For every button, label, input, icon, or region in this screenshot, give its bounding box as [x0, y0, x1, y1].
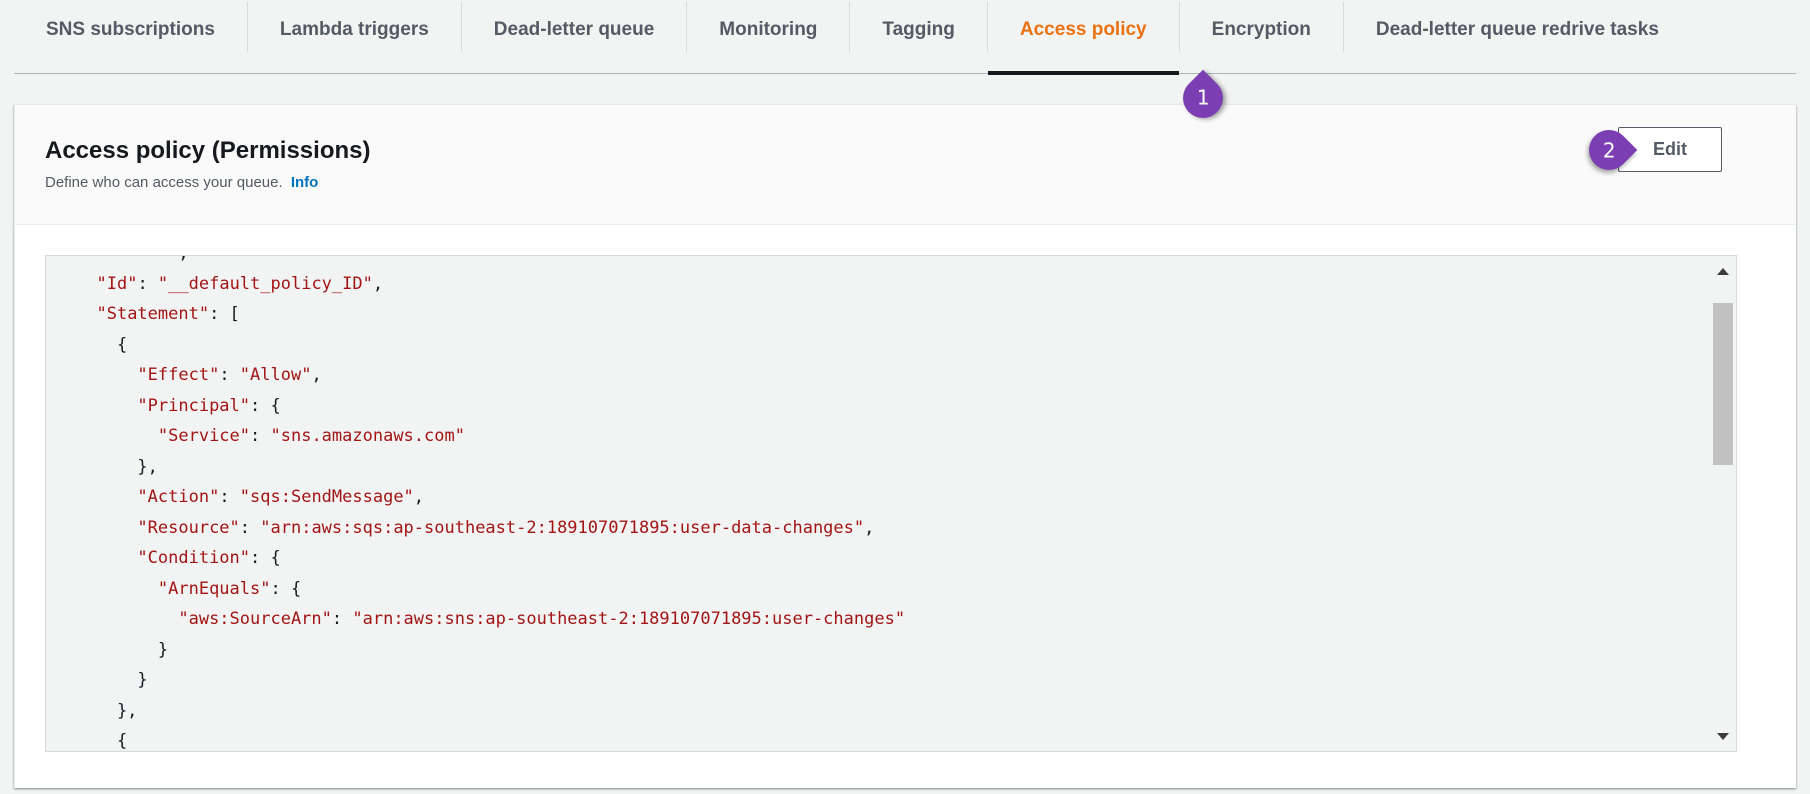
- code-line: {: [76, 330, 905, 361]
- json-punctuation: : [: [209, 304, 240, 324]
- code-line: }: [76, 635, 905, 666]
- scrollbar-thumb[interactable]: [1713, 303, 1733, 465]
- json-punctuation: [76, 426, 158, 446]
- tab-bar: SNS subscriptions Lambda triggers Dead-let…: [14, 0, 1796, 75]
- json-punctuation: ,: [372, 273, 384, 294]
- json-punctuation: ,: [311, 365, 322, 385]
- json-punctuation: :: [219, 365, 240, 385]
- panel-header: Access policy (Permissions) Define who c…: [15, 105, 1796, 225]
- json-punctuation: [76, 548, 137, 568]
- code-line: "Resource": "arn:aws:sqs:ap-southeast-2:…: [76, 513, 905, 544]
- step-1-number: 1: [1196, 86, 1210, 111]
- json-key: "Id": [96, 273, 138, 294]
- json-punctuation: ,: [76, 256, 188, 263]
- json-key: "aws:SourceArn": [178, 609, 332, 629]
- code-line: "Statement": [: [76, 299, 905, 330]
- json-string: "arn:aws:sns:ap-southeast-2:189107071895…: [352, 609, 906, 629]
- code-line: "ArnEquals": {: [76, 574, 905, 605]
- json-punctuation: [76, 609, 178, 629]
- code-line: }: [76, 665, 905, 696]
- json-key: "Effect": [137, 365, 220, 385]
- json-key: "Principal": [137, 395, 251, 416]
- policy-code-viewer[interactable]: , "Id": "__default_policy_ID", "Statemen…: [45, 255, 1737, 752]
- code-line: ,: [76, 256, 905, 269]
- json-punctuation: }: [76, 639, 169, 660]
- json-punctuation: : {: [250, 548, 281, 568]
- json-punctuation: :: [219, 487, 240, 507]
- json-punctuation: {: [76, 334, 128, 355]
- tab-monitoring[interactable]: Monitoring: [687, 0, 849, 74]
- json-punctuation: :: [250, 426, 271, 446]
- json-punctuation: [76, 518, 137, 538]
- vertical-scrollbar[interactable]: [1710, 256, 1736, 751]
- policy-json: , "Id": "__default_policy_ID", "Statemen…: [46, 256, 905, 751]
- tab-dead-letter-queue[interactable]: Dead-letter queue: [462, 0, 686, 74]
- access-policy-panel: Access policy (Permissions) Define who c…: [14, 105, 1796, 788]
- code-line: "aws:SourceArn": "arn:aws:sns:ap-southea…: [76, 604, 905, 635]
- json-punctuation: [76, 579, 158, 599]
- json-punctuation: ,: [413, 487, 425, 507]
- json-punctuation: ,: [864, 517, 875, 538]
- json-key: "ArnEquals": [157, 578, 271, 599]
- code-line: "Service": "sns.amazonaws.com": [76, 421, 905, 452]
- json-punctuation: [76, 274, 96, 294]
- arrow-down-icon: [1717, 732, 1729, 740]
- code-line: },: [76, 696, 905, 727]
- code-line: "Id": "__default_policy_ID",: [76, 269, 905, 300]
- json-string: "sqs:SendMessage": [239, 487, 414, 507]
- tab-sns-subscriptions[interactable]: SNS subscriptions: [14, 0, 247, 74]
- json-punctuation: : {: [250, 395, 281, 416]
- json-punctuation: :: [331, 609, 353, 629]
- step-2-number: 2: [1602, 137, 1616, 162]
- code-line: "Principal": {: [76, 391, 905, 422]
- tab-access-policy[interactable]: Access policy: [987, 0, 1179, 75]
- scroll-down-button[interactable]: [1710, 725, 1736, 747]
- json-punctuation: [76, 304, 96, 324]
- panel-description: Define who can access your queue. Info: [45, 174, 318, 191]
- json-punctuation: {: [76, 731, 128, 751]
- json-punctuation: },: [76, 456, 158, 477]
- code-line: "Effect": "Allow",: [76, 360, 905, 391]
- tab-lambda-triggers[interactable]: Lambda triggers: [248, 0, 461, 74]
- code-line: },: [76, 452, 905, 483]
- json-key: "Resource": [137, 517, 240, 538]
- json-key: "Action": [137, 487, 220, 507]
- panel-title: Access policy (Permissions): [45, 137, 371, 164]
- json-key: "Service": [157, 426, 251, 446]
- code-line: "Action": "sqs:SendMessage",: [76, 482, 905, 513]
- json-string: "__default_policy_ID": [157, 273, 373, 294]
- tab-tagging[interactable]: Tagging: [850, 0, 986, 74]
- json-punctuation: },: [76, 700, 138, 721]
- json-punctuation: [76, 365, 137, 385]
- json-punctuation: :: [137, 273, 158, 294]
- code-line: {: [76, 726, 905, 751]
- json-string: "arn:aws:sqs:ap-southeast-2:189107071895…: [260, 517, 865, 538]
- json-punctuation: [76, 396, 137, 416]
- json-key: "Statement": [96, 304, 210, 324]
- json-punctuation: :: [239, 517, 261, 538]
- tab-encryption[interactable]: Encryption: [1180, 0, 1343, 74]
- description-text: Define who can access your queue.: [45, 174, 283, 191]
- json-punctuation: }: [76, 670, 148, 690]
- code-line: "Condition": {: [76, 543, 905, 574]
- info-link[interactable]: Info: [291, 174, 319, 191]
- json-string: "Allow": [239, 365, 312, 385]
- json-punctuation: [76, 487, 137, 507]
- json-string: "sns.amazonaws.com": [270, 426, 465, 446]
- scroll-up-button[interactable]: [1710, 260, 1736, 282]
- json-punctuation: : {: [270, 578, 302, 599]
- arrow-up-icon: [1717, 267, 1729, 275]
- json-key: "Condition": [137, 548, 251, 568]
- tab-dead-letter-queue-redrive-tasks[interactable]: Dead-letter queue redrive tasks: [1344, 0, 1691, 74]
